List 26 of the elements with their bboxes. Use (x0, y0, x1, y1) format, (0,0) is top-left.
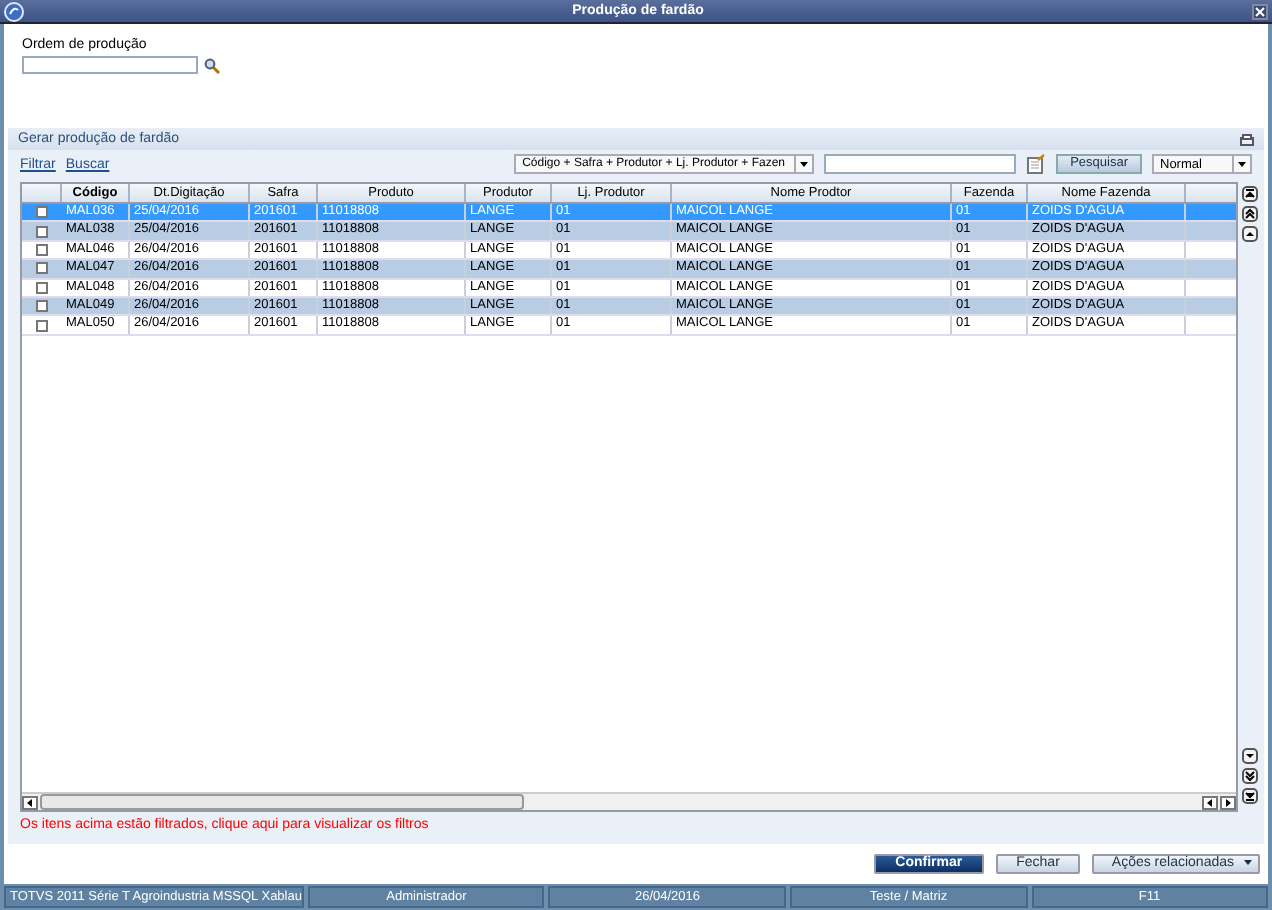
row-checkbox[interactable] (36, 319, 48, 332)
printer-icon[interactable] (1240, 133, 1254, 145)
horizontal-scrollbar[interactable] (40, 794, 524, 810)
order-input-field[interactable] (22, 56, 198, 74)
search-icon[interactable] (204, 57, 220, 73)
row-checkbox[interactable] (36, 281, 48, 294)
last-record-icon[interactable] (1242, 788, 1258, 804)
close-button[interactable] (1252, 3, 1268, 19)
scroll-left-button[interactable] (1202, 795, 1218, 809)
row-checkbox[interactable] (36, 243, 48, 256)
scroll-left-button[interactable] (22, 795, 38, 809)
first-record-icon[interactable] (1242, 186, 1258, 202)
scroll-right-button[interactable] (1220, 795, 1236, 809)
caret-icon (1242, 856, 1254, 869)
row-checkbox[interactable] (36, 300, 48, 313)
down-arrow-icon[interactable] (1242, 748, 1258, 764)
up-arrow-icon[interactable] (1242, 226, 1258, 242)
row-checkbox[interactable] (36, 225, 48, 238)
caret-icon[interactable] (1232, 156, 1250, 172)
page-up-icon[interactable] (1242, 206, 1258, 222)
row-checkbox[interactable] (36, 262, 48, 275)
row-checkbox[interactable] (36, 206, 48, 219)
notepad-icon[interactable] (1026, 154, 1047, 174)
search-input-field[interactable] (824, 154, 1017, 174)
caret-icon[interactable] (794, 156, 813, 172)
page-down-icon[interactable] (1242, 768, 1258, 784)
